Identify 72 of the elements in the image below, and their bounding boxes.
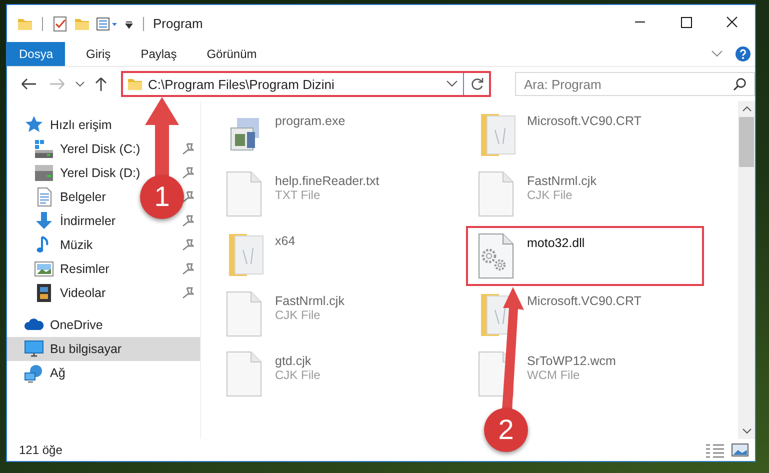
item-count: 121 öğe (19, 443, 62, 457)
file-item[interactable]: FastNrml.cjk CJK File (219, 286, 457, 346)
search-icon[interactable] (733, 77, 747, 91)
drive-icon (34, 163, 54, 183)
properties-icon[interactable] (96, 16, 118, 32)
pin-icon[interactable] (182, 263, 194, 275)
file-type: CJK File (275, 308, 322, 322)
file-type: CJK File (527, 188, 574, 202)
refresh-icon[interactable] (469, 76, 485, 92)
ribbon-tab[interactable]: Görünüm (192, 42, 272, 66)
sidebar-item[interactable]: Bu bilgisayar (7, 337, 200, 361)
pin-icon[interactable] (182, 215, 194, 227)
file-name: x64 (275, 234, 296, 248)
picture-icon (34, 259, 54, 279)
sidebar-item[interactable]: Videolar (7, 281, 112, 305)
file-name: Microsoft.VC90.CRT (527, 294, 642, 308)
search-field[interactable]: Ara: Program (515, 72, 755, 96)
file-name: help.fineReader.txt (275, 174, 380, 188)
pin-icon[interactable] (182, 287, 194, 299)
file-name: FastNrml.cjk (527, 174, 596, 188)
pin-icon[interactable] (182, 143, 194, 155)
sidebar-item[interactable]: Müzik (7, 233, 99, 257)
star-icon (24, 115, 44, 135)
file-item[interactable]: x64 (219, 226, 457, 286)
back-icon[interactable] (19, 76, 39, 92)
file-name: Microsoft.VC90.CRT (527, 114, 642, 128)
details-view-icon[interactable] (705, 442, 725, 458)
film-icon (34, 283, 54, 303)
sidebar-item[interactable]: OneDrive (7, 313, 109, 337)
window-title: Program (153, 16, 204, 31)
checklist-icon[interactable] (52, 16, 68, 32)
file-name: SrToWP12.wcm (527, 354, 616, 368)
file-item[interactable]: program.exe (219, 106, 457, 166)
sidebar-item[interactable]: Belgeler (7, 185, 112, 209)
address-bar[interactable]: C:\Program Files\Program Dizini (121, 71, 491, 97)
file-item[interactable]: gtd.cjk CJK File (219, 346, 457, 406)
sidebar-item[interactable]: İndirmeler (7, 209, 122, 233)
ribbon-tab[interactable]: Paylaş (126, 42, 192, 66)
file-item[interactable]: moto32.dll (466, 226, 704, 286)
computer-icon (24, 339, 44, 359)
scroll-up-icon[interactable] (742, 105, 752, 113)
sidebar-item[interactable]: Hızlı erişim (7, 113, 118, 137)
scroll-down-icon[interactable] (742, 427, 752, 435)
sidebar-item[interactable]: Resimler (7, 257, 116, 281)
folder-icon (127, 76, 143, 92)
file-type: CJK File (275, 368, 320, 382)
pin-icon[interactable] (182, 239, 194, 251)
sidebar-item[interactable]: Yerel Disk (C:) (7, 137, 146, 161)
network-icon (24, 363, 44, 383)
up-icon[interactable] (93, 76, 109, 92)
file-name: moto32.dll (527, 236, 585, 250)
sidebar-item[interactable]: Ağ (7, 361, 72, 385)
help-icon[interactable] (735, 46, 751, 62)
file-item[interactable]: Microsoft.VC90.CRT (471, 106, 709, 166)
file-name: gtd.cjk (275, 354, 312, 368)
ribbon-tab[interactable]: Giriş (71, 42, 126, 66)
file-name: FastNrml.cjk (275, 294, 344, 308)
scrollbar[interactable] (738, 101, 755, 439)
scrollbar-thumb[interactable] (739, 117, 754, 167)
file-type: WCM File (527, 368, 581, 382)
file-item[interactable]: help.fineReader.txt TXT File (219, 166, 457, 226)
large-icons-view-icon[interactable] (731, 442, 749, 458)
chevron-icon[interactable] (711, 49, 723, 59)
pin-icon[interactable] (182, 167, 194, 179)
file-item[interactable]: FastNrml.cjk CJK File (471, 166, 709, 226)
drive-icon (34, 139, 54, 159)
pin-icon[interactable] (182, 191, 194, 203)
file-name: program.exe (275, 114, 346, 128)
ribbon-tab[interactable]: Dosya (7, 42, 66, 66)
chevron-icon[interactable] (446, 79, 458, 89)
file-type: TXT File (275, 188, 322, 202)
download-arrow-icon (34, 211, 54, 231)
